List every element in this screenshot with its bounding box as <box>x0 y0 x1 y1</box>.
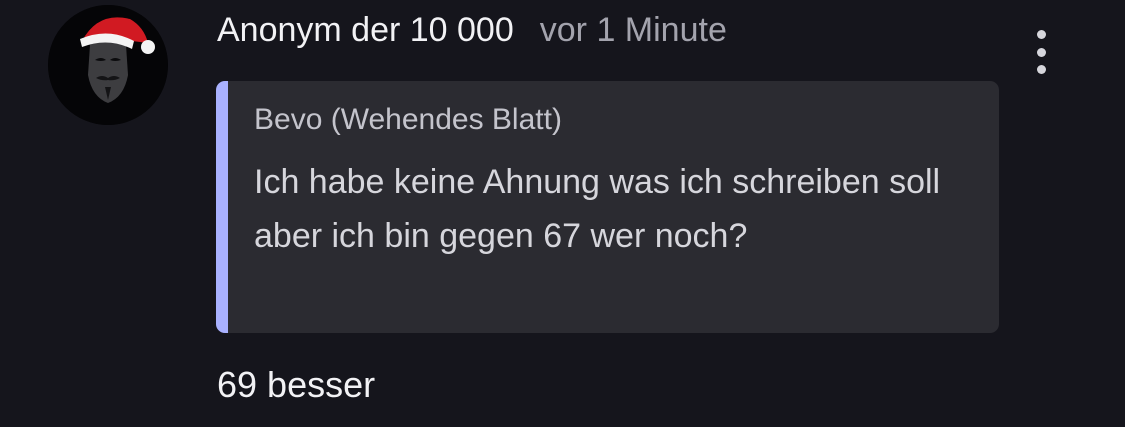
avatar[interactable] <box>48 5 168 125</box>
reply-text: 69 besser <box>217 364 376 405</box>
quote-accent-bar <box>216 81 228 333</box>
author-name[interactable]: Anonym der 10 000 <box>217 11 514 50</box>
more-dot <box>1036 30 1046 39</box>
quoted-author: Bevo (Wehendes Blatt) <box>254 103 562 136</box>
more-options-icon[interactable] <box>1026 30 1056 74</box>
timestamp: vor 1 Minute <box>539 10 727 49</box>
quoted-message[interactable]: Bevo (Wehendes Blatt) Ich habe keine Ahn… <box>216 81 999 333</box>
quoted-text: Ich habe keine Ahnung was ich schreiben … <box>254 163 941 255</box>
more-dot <box>1036 47 1046 57</box>
more-dot <box>1036 65 1046 74</box>
anonymous-mask-santa-hat-icon <box>48 5 168 125</box>
comment-header: Anonym der 10 000 vor 1 Minute <box>217 8 727 52</box>
